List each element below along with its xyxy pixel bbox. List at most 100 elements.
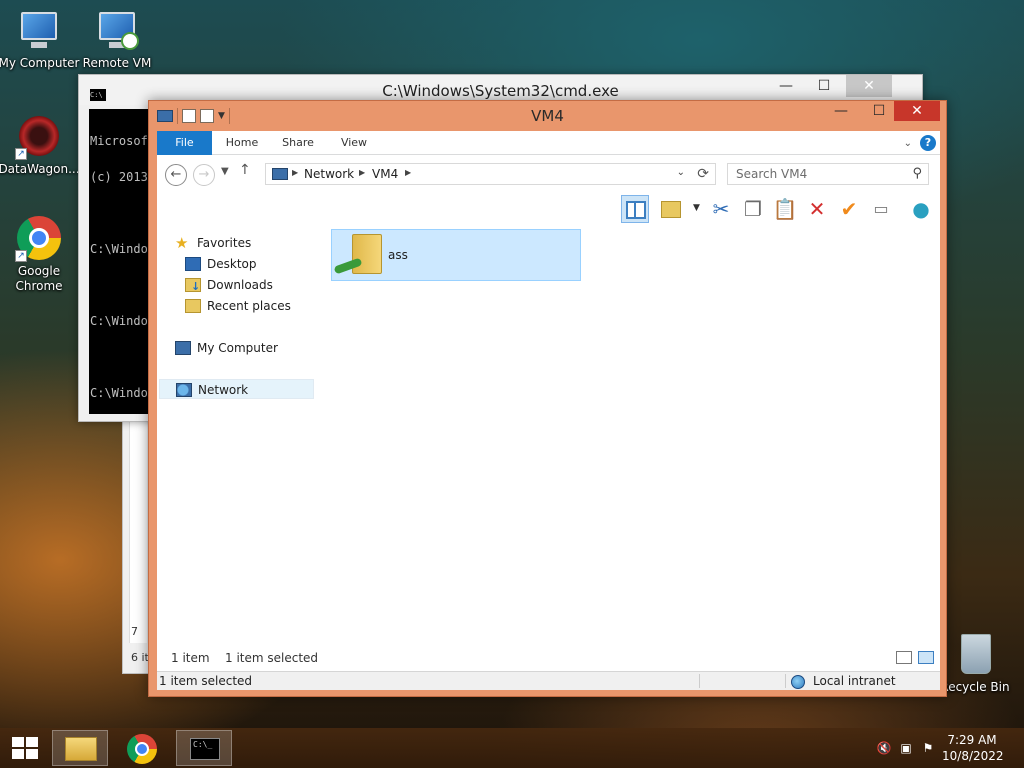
explorer-close-button[interactable]: ✕ [894,101,940,121]
properties-button[interactable]: ▭ [867,195,895,223]
background-window-status: 6 it [131,651,149,664]
recent-places-icon [185,299,201,313]
preview-pane-button[interactable] [621,195,649,223]
background-window-text: 7 [131,625,138,638]
action-center-flag-icon[interactable]: ⚑ [920,740,936,756]
search-box[interactable]: ⚲ [727,163,929,185]
refresh-icon[interactable]: ⟳ [697,166,709,182]
intranet-globe-icon [791,675,805,689]
recycle-bin-icon [951,632,999,678]
breadcrumb-network[interactable]: Network [304,167,354,181]
up-button[interactable]: ↑ [239,162,251,178]
cmd-icon: C:\_ [190,738,220,760]
computer-icon [15,8,63,54]
nav-desktop[interactable]: Desktop [185,254,315,274]
desktop-icon-datawagon[interactable]: ↗ DataWagon... [0,114,80,177]
tab-home[interactable]: Home [217,131,267,155]
list-item[interactable]: ass [331,229,581,281]
recent-locations-dropdown-icon[interactable]: ▼ [221,166,229,177]
chrome-icon: ↗ [15,216,63,262]
star-icon: ★ [175,234,189,252]
downloads-icon [185,277,201,297]
address-dropdown-icon[interactable]: ⌄ [677,167,685,178]
desktop-icon-google-chrome[interactable]: ↗ Google Chrome [0,216,80,294]
shortcut-arrow-icon: ↗ [15,250,27,262]
chrome-icon [127,734,157,764]
status-selected: 1 item selected [159,674,253,688]
cmd-maximize-button[interactable]: ☐ [806,75,842,97]
nav-downloads[interactable]: Downloads [185,275,315,297]
tab-file[interactable]: File [157,131,212,155]
status-bar: 1 item selected Local intranet [157,671,940,690]
nav-recent-places[interactable]: Recent places [185,296,315,316]
arrow-left-icon: ← [170,167,182,182]
help-icon[interactable]: ? [920,135,936,151]
large-icons-view-icon[interactable] [918,651,934,664]
nav-my-computer[interactable]: My Computer [175,338,315,358]
cut-button[interactable]: ✂ [707,195,735,223]
start-button[interactable] [0,728,48,768]
search-input[interactable] [728,164,898,184]
details-view-icon[interactable] [896,651,912,664]
volume-muted-icon[interactable]: 🔇 [876,740,892,756]
system-tray: 🔇 ▣ ⚑ 7:29 AM 10/8/2022 [864,728,1024,768]
network-button[interactable]: ● [907,195,935,223]
breadcrumb-separator[interactable]: ▶ [405,168,411,177]
scissors-icon: ✂ [712,197,730,221]
shortcut-arrow-icon: ↗ [15,148,27,160]
navigation-pane: ★ Favorites Desktop Downloads Recent pla… [157,231,317,651]
desktop-icon [185,257,201,271]
taskbar-command-prompt[interactable]: C:\_ [176,730,232,766]
cmd-minimize-button[interactable]: — [768,75,804,97]
arrow-up-icon: ↑ [239,162,251,178]
ribbon-tabs: File Home Share View ⌄ ? [157,131,940,155]
tab-share[interactable]: Share [273,131,323,155]
datawagon-icon: ↗ [15,114,63,160]
computer-icon [272,168,288,180]
address-bar[interactable]: ▶ Network ▶ VM4 ▶ ⌄ ⟳ [265,163,716,185]
desktop-icon-label: Google Chrome [15,264,63,293]
explorer-minimize-button[interactable]: — [826,101,856,121]
breadcrumb-separator[interactable]: ▶ [292,168,298,177]
desktop-icon-my-computer[interactable]: My Computer [0,8,80,71]
taskbar-google-chrome[interactable] [114,730,170,766]
copy-button[interactable]: ❐ [739,195,767,223]
address-row: ← → ▼ ↑ ▶ Network ▶ VM4 ▶ ⌄ ⟳ ⚲ [157,157,940,193]
folder-options-icon [661,201,681,218]
breadcrumb-separator[interactable]: ▶ [359,168,365,177]
taskbar: C:\_ 🔇 ▣ ⚑ 7:29 AM 10/8/2022 [0,728,1024,768]
folder-options-dropdown-icon[interactable]: ▼ [693,203,700,213]
item-count: 1 item [171,651,210,665]
properties-icon: ▭ [873,199,889,218]
back-button[interactable]: ← [165,164,187,186]
rename-button[interactable]: ✔ [835,195,863,223]
paste-button[interactable]: 📋 [771,195,799,223]
selected-count: 1 item selected [225,651,319,665]
nav-favorites[interactable]: ★ Favorites [175,233,315,253]
clock[interactable]: 7:29 AM 10/8/2022 [942,732,1004,764]
folder-options-button[interactable] [657,195,685,223]
search-icon[interactable]: ⚲ [912,166,922,181]
network-status-icon[interactable]: ▣ [898,740,914,756]
remote-desktop-icon [93,8,141,54]
security-zone: Local intranet [813,674,896,688]
computer-icon [175,341,191,355]
copy-icon: ❐ [744,197,762,221]
expand-ribbon-icon[interactable]: ⌄ [904,138,912,149]
tab-view[interactable]: View [329,131,379,155]
forward-button[interactable]: → [193,164,215,186]
clipboard-icon: 📋 [772,197,798,221]
explorer-body: File Home Share View ⌄ ? ← → ▼ ↑ ▶ Netwo… [157,131,940,690]
explorer-titlebar[interactable]: ▼ VM4 — ☐ ✕ [149,101,946,131]
desktop-icon-remote-vm[interactable]: Remote VM [76,8,158,71]
nav-network[interactable]: Network [159,379,314,399]
file-name: ass [388,248,408,262]
explorer-maximize-button[interactable]: ☐ [864,101,894,121]
breadcrumb-vm4[interactable]: VM4 [372,167,398,181]
taskbar-file-explorer[interactable] [52,730,108,766]
explorer-window[interactable]: ▼ VM4 — ☐ ✕ File Home Share View ⌄ ? ← →… [148,100,947,697]
desktop-icon-label: My Computer [0,56,80,70]
cmd-close-button[interactable]: ✕ [846,75,892,97]
delete-button[interactable]: ✕ [803,195,831,223]
command-toolbar: ▼ ✂ ❐ 📋 ✕ ✔ ▭ ● [157,193,940,227]
